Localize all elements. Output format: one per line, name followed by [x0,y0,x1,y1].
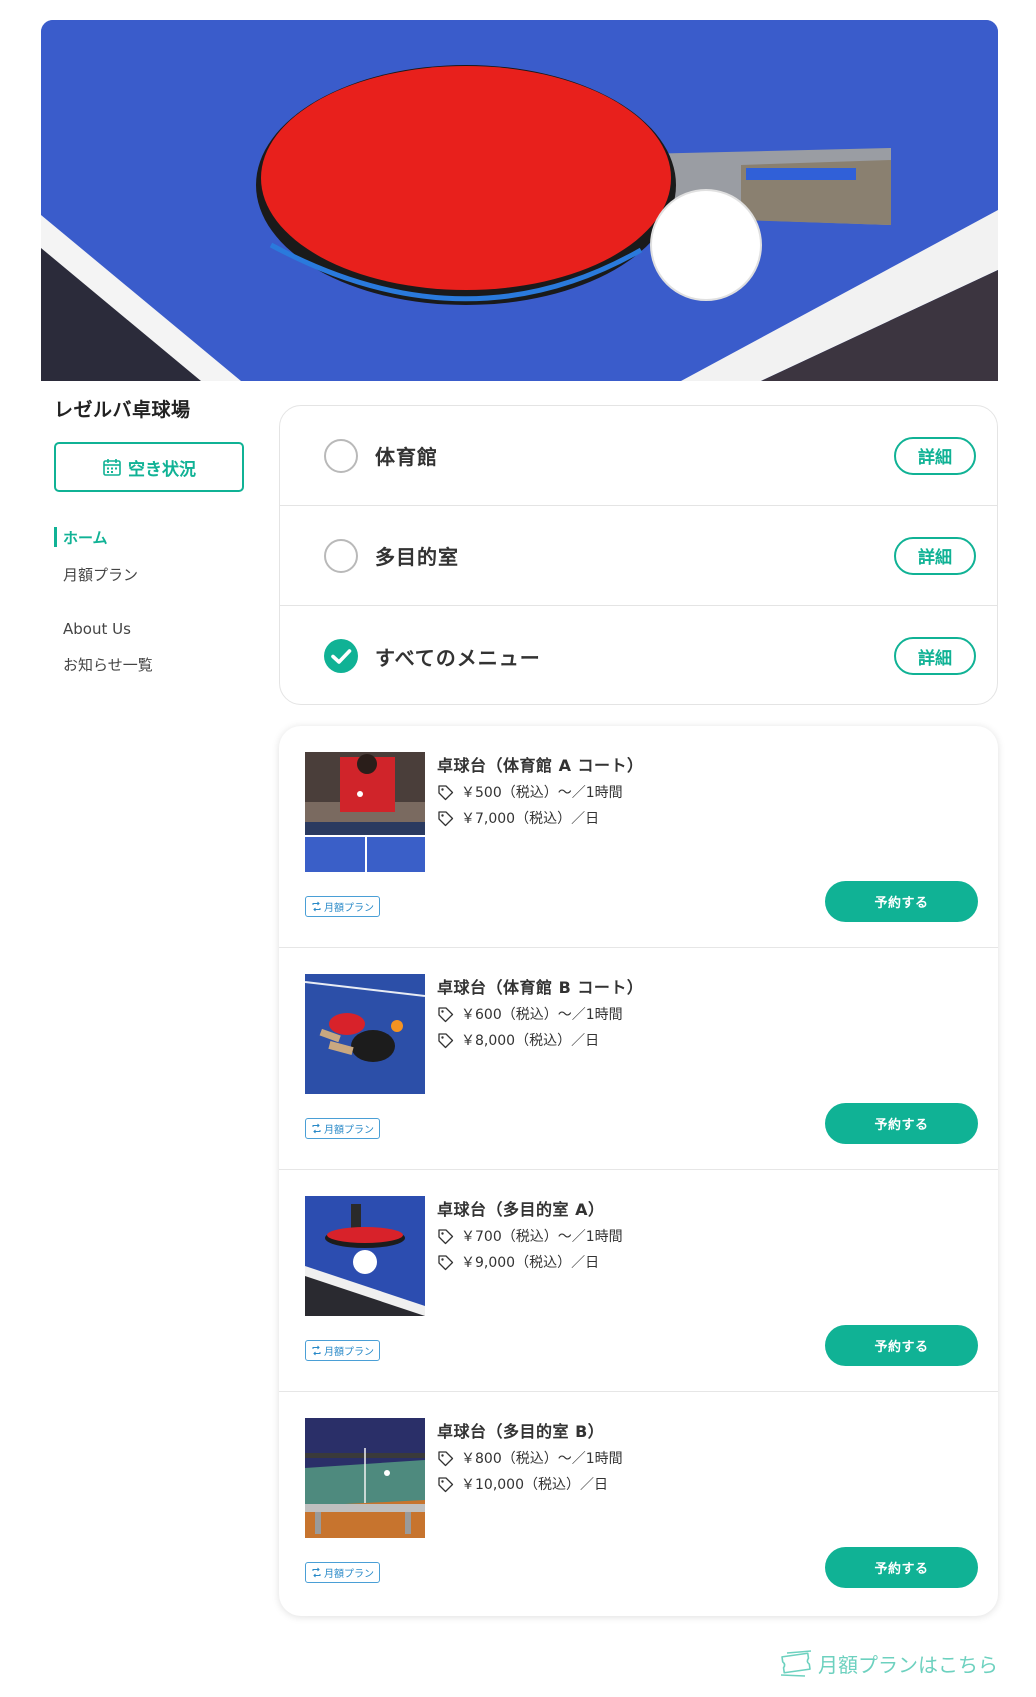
monthly-plan-badge: 月額プラン [305,1340,380,1361]
sidebar-nav: ホーム 月額プラン About Us お知らせ一覧 [41,519,261,683]
hero-table-tennis-illustration [41,20,998,381]
item-title: 卓球台（多目的室 B） [437,1422,605,1441]
category-label: 体育館 [375,445,438,469]
tag-icon [438,1476,454,1492]
category-row-gym[interactable]: 体育館 詳細 [280,406,997,506]
price-hourly: ￥700（税込）〜／1時間 [437,1226,623,1246]
hero-image [41,20,998,381]
repeat-icon [312,1567,321,1578]
price-daily-text: ￥8,000（税込）／日 [461,1033,600,1049]
item-thumbnail [305,1196,425,1316]
paddles-photo [305,974,425,1094]
reserve-button[interactable]: 予約する [825,1547,978,1588]
list-item: 卓球台（体育館 B コート） ￥600（税込）〜／1時間 ￥8,000（税込）／… [279,948,998,1170]
price-hourly: ￥500（税込）〜／1時間 [437,782,623,802]
paddle-ball-photo [305,1196,425,1316]
item-thumbnail [305,1418,425,1538]
nav-item-home[interactable]: ホーム [41,519,261,556]
category-radio[interactable] [324,538,358,573]
tag-icon [438,810,454,826]
item-thumbnail [305,974,425,1094]
repeat-icon [312,1123,321,1134]
nav-item-news[interactable]: お知らせ一覧 [41,646,261,683]
price-daily: ￥8,000（税込）／日 [437,1030,599,1050]
repeat-icon [312,1345,321,1356]
tag-icon [438,1450,454,1466]
calendar-icon [103,459,121,476]
reserve-button[interactable]: 予約する [825,1325,978,1366]
availability-button[interactable]: 空き状況 [54,442,244,492]
player-photo [305,752,425,872]
badge-label: 月額プラン [324,1569,374,1580]
price-daily: ￥7,000（税込）／日 [437,808,599,828]
shop-name: レゼルバ卓球場 [54,399,191,421]
tag-icon [438,1032,454,1048]
detail-button[interactable]: 詳細 [894,536,976,575]
price-hourly-text: ￥700（税込）〜／1時間 [461,1229,623,1245]
category-panel: 体育館 詳細 多目的室 詳細 すべてのメニュー 詳細 [279,405,998,705]
category-radio[interactable] [324,438,358,473]
tag-icon [438,1254,454,1270]
badge-label: 月額プラン [324,903,374,914]
price-hourly: ￥600（税込）〜／1時間 [437,1004,623,1024]
monthly-plan-link[interactable]: 月額プランはこちら [778,1645,998,1681]
nav-item-monthly-plan[interactable]: 月額プラン [41,556,261,593]
price-hourly-text: ￥600（税込）〜／1時間 [461,1007,623,1023]
list-item: 卓球台（多目的室 B） ￥800（税込）〜／1時間 ￥10,000（税込）／日 … [279,1392,998,1614]
price-hourly-text: ￥800（税込）〜／1時間 [461,1451,623,1467]
sidebar: レゼルバ卓球場 空き状況 ホーム 月額プラン About Us お知らせ一覧 [41,395,261,683]
tag-icon [438,1006,454,1022]
monthly-plan-badge: 月額プラン [305,1562,380,1583]
reserve-button[interactable]: 予約する [825,1103,978,1144]
ticket-icon [780,1650,812,1677]
price-daily: ￥9,000（税込）／日 [437,1252,599,1272]
category-row-multipurpose[interactable]: 多目的室 詳細 [280,506,997,606]
list-item: 卓球台（体育館 A コート） ￥500（税込）〜／1時間 ￥7,000（税込）／… [279,726,998,948]
item-thumbnail [305,752,425,872]
tag-icon [438,1228,454,1244]
detail-button[interactable]: 詳細 [894,436,976,475]
price-daily-text: ￥10,000（税込）／日 [461,1477,608,1493]
table-photo [305,1418,425,1538]
price-daily: ￥10,000（税込）／日 [437,1474,608,1494]
nav-item-about-us[interactable]: About Us [41,612,261,646]
category-label: 多目的室 [375,545,459,569]
check-icon [331,649,352,664]
category-row-all[interactable]: すべてのメニュー 詳細 [280,606,997,704]
monthly-plan-badge: 月額プラン [305,1118,380,1139]
price-hourly-text: ￥500（税込）〜／1時間 [461,785,623,801]
price-daily-text: ￥9,000（税込）／日 [461,1255,600,1271]
item-title: 卓球台（体育館 A コート） [437,756,644,775]
repeat-icon [312,901,321,912]
badge-label: 月額プラン [324,1125,374,1136]
list-item: 卓球台（多目的室 A） ￥700（税込）〜／1時間 ￥9,000（税込）／日 月… [279,1170,998,1392]
category-label: すべてのメニュー [375,645,541,670]
badge-label: 月額プラン [324,1347,374,1358]
monthly-plan-badge: 月額プラン [305,896,380,917]
items-panel: 卓球台（体育館 A コート） ￥500（税込）〜／1時間 ￥7,000（税込）／… [279,726,998,1616]
availability-label: 空き状況 [128,459,196,480]
detail-button[interactable]: 詳細 [894,637,976,675]
item-title: 卓球台（多目的室 A） [437,1200,605,1219]
category-radio-checked[interactable] [324,639,358,673]
tag-icon [438,784,454,800]
item-title: 卓球台（体育館 B コート） [437,978,644,997]
reserve-button[interactable]: 予約する [825,881,978,922]
monthly-plan-link-label: 月額プランはこちら [818,1652,998,1677]
price-daily-text: ￥7,000（税込）／日 [461,811,600,827]
price-hourly: ￥800（税込）〜／1時間 [437,1448,623,1468]
